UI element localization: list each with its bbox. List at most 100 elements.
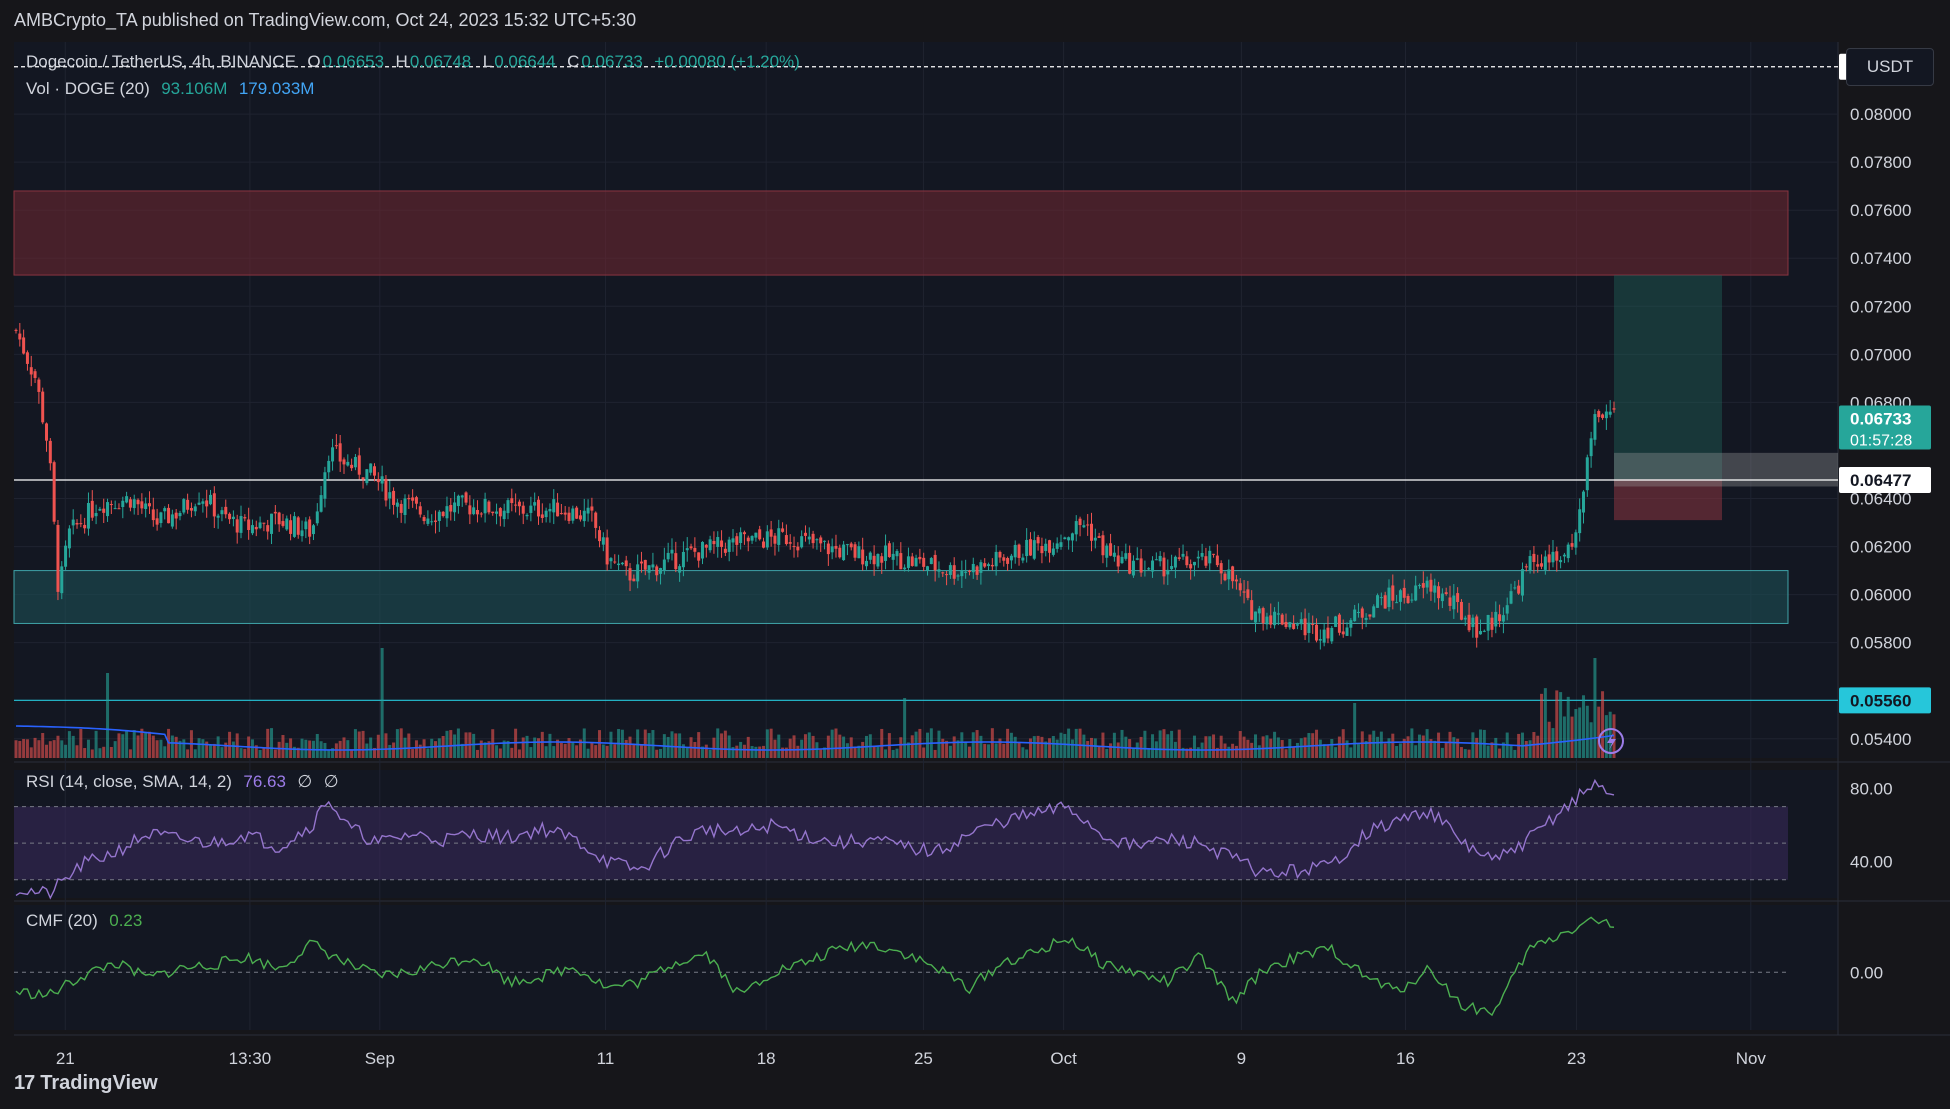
entry-band [1614, 452, 1838, 487]
candle-body [1177, 557, 1181, 559]
candle-body [369, 463, 373, 473]
candle-body [475, 509, 479, 515]
candle-body [83, 524, 87, 529]
candle-body [37, 379, 41, 392]
candle-body [281, 521, 285, 526]
volume-bar [250, 739, 254, 758]
candle-body [1067, 537, 1071, 541]
price-tick-label: 0.07800 [1850, 153, 1911, 172]
candle-body [1387, 587, 1391, 608]
candle-body [1292, 623, 1296, 629]
candle-body [510, 498, 514, 503]
volume-bar [1475, 737, 1479, 758]
candle-body [956, 575, 960, 577]
volume-bar [1578, 707, 1582, 758]
candle-body [1589, 438, 1593, 457]
volume-bar [1513, 749, 1517, 758]
volume-bar [1570, 716, 1574, 758]
candle-body [1395, 602, 1399, 604]
price-tick-label: 0.07400 [1850, 249, 1911, 268]
candle-body [514, 504, 518, 506]
volume-bar [83, 748, 87, 758]
candle-body [140, 501, 144, 509]
candle-body [147, 503, 151, 507]
candle-body [929, 558, 933, 565]
volume-bar [41, 732, 45, 758]
candle-body [754, 532, 758, 538]
chart-canvas[interactable]: 0.08000 0.07800 0.07600 0.07400 0.07200 0.070… [0, 0, 1950, 1109]
candle-body [872, 555, 876, 565]
volume-bar [182, 739, 186, 758]
currency-button[interactable]: USDT [1846, 48, 1934, 86]
candle-body [994, 551, 998, 567]
volume-bar [193, 749, 197, 758]
volume-bar [1509, 744, 1513, 758]
candle-body [1376, 595, 1380, 608]
candle-body [132, 499, 136, 509]
volume-bar [1440, 747, 1444, 758]
volume-bar [456, 728, 460, 758]
candle-body [384, 478, 388, 501]
change-value: +0.00080 (+1.20%) [654, 52, 800, 71]
candle-body [1299, 619, 1303, 625]
rsi-label[interactable]: RSI (14, close, SMA, 14, 2) [26, 772, 232, 791]
symbol-name[interactable]: Dogecoin / TetherUS, 4h, BINANCE [26, 52, 296, 71]
volume-bar [552, 746, 556, 758]
candle-body [1498, 614, 1502, 622]
candle-body [601, 537, 605, 545]
candle-body [1192, 561, 1196, 566]
candle-body [613, 561, 617, 563]
candle-body [1364, 617, 1368, 620]
candle-body [201, 501, 205, 504]
candle-body [548, 508, 552, 512]
volume-bar [25, 739, 29, 758]
volume-bar [1234, 745, 1238, 758]
volume-bar [163, 746, 167, 758]
candle-body [495, 511, 499, 514]
volume-bar [1280, 740, 1284, 758]
tradingview-brand[interactable]: 17 TradingView [14, 1072, 158, 1095]
volume-bar [1025, 749, 1029, 758]
cmf-label[interactable]: CMF (20) [26, 911, 98, 930]
price-tick-label: 0.07600 [1850, 201, 1911, 220]
volume-bar [1177, 729, 1181, 758]
time-tick-label: 11 [597, 1049, 615, 1068]
candle-body [552, 499, 556, 513]
candle-body [1227, 569, 1231, 580]
cmf-value: 0.23 [109, 911, 143, 930]
candle-body [1238, 583, 1242, 591]
candle-body [1383, 595, 1387, 609]
candle-body [456, 495, 460, 507]
volume-bar [964, 741, 968, 758]
volume-bar [670, 731, 674, 758]
candle-body [296, 517, 300, 535]
candle-body [1429, 579, 1433, 592]
candle-body [498, 508, 502, 517]
volume-bar [380, 648, 384, 758]
volume-bar [1158, 730, 1162, 758]
price-tick-label: 0.05400 [1850, 730, 1911, 749]
candle-body [334, 445, 338, 447]
volume-label[interactable]: Vol · DOGE (20) [26, 79, 150, 98]
candle-body [1204, 556, 1208, 566]
candle-body [205, 500, 209, 507]
candle-body [277, 512, 281, 525]
candle-body [228, 513, 232, 520]
candle-body [536, 499, 540, 517]
candle-body [784, 535, 788, 545]
candle-body [765, 531, 769, 548]
volume-bar [792, 735, 796, 758]
candle-body [1013, 544, 1017, 558]
price-label-value: 0.06733 [1850, 410, 1911, 429]
candle-body [1581, 491, 1585, 513]
price-tick-label: 0.06000 [1850, 586, 1911, 605]
candle-body [781, 528, 785, 532]
candle-body [45, 423, 49, 441]
volume-bar [1597, 706, 1601, 758]
volume-bar [754, 746, 758, 758]
candle-body [1028, 539, 1032, 556]
volume-bar [834, 728, 838, 758]
volume-bar [948, 745, 952, 758]
volume-bar [1318, 739, 1322, 758]
volume-bar [67, 731, 71, 758]
